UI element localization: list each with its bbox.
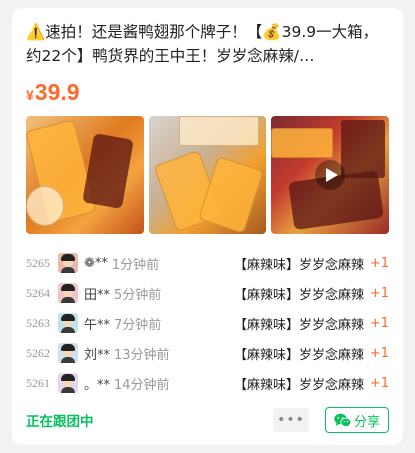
order-product: 【麻辣味】岁岁念麻辣: [234, 347, 365, 363]
product-photo-2[interactable]: [148, 116, 267, 234]
price: ¥ 39.9: [26, 76, 389, 106]
share-label: 分享: [353, 414, 380, 430]
avatar: [58, 313, 78, 333]
order-quantity: +1: [369, 375, 389, 391]
order-product: 【麻辣味】岁岁念麻辣: [234, 287, 365, 303]
order-time: 7分钟前: [114, 317, 162, 333]
wechat-icon: [334, 413, 351, 427]
avatar: [58, 343, 78, 363]
order-list: 5265 ❁** 1分钟前 【麻辣味】岁岁念麻辣 +1 5264 田** 5分钟前 【麻辣味】岁…: [26, 248, 389, 398]
order-number: 5261: [26, 375, 50, 390]
buyer-name: 。**: [84, 377, 111, 393]
order-quantity: +1: [369, 255, 389, 271]
group-status: 正在跟团中: [26, 414, 94, 430]
order-number: 5263: [26, 315, 50, 330]
play-icon[interactable]: [315, 160, 346, 190]
order-number: 5262: [26, 345, 50, 360]
order-time: 13分钟前: [114, 347, 170, 363]
image-gallery: [26, 116, 390, 234]
order-row[interactable]: 5265 ❁** 1分钟前 【麻辣味】岁岁念麻辣 +1: [26, 248, 389, 278]
order-time: 1分钟前: [111, 257, 160, 273]
product-photo-1[interactable]: [26, 116, 144, 234]
post-title[interactable]: ⚠️速拍！还是酱鸭翅那个牌子！【💰39.9一大箱，约22个】鸭货界的王中王！岁岁…: [26, 20, 389, 68]
share-button[interactable]: 分享: [324, 407, 389, 433]
order-quantity: +1: [369, 285, 389, 301]
order-row[interactable]: 5264 田** 5分钟前 【麻辣味】岁岁念麻辣 +1: [26, 278, 389, 308]
product-photo-3[interactable]: [271, 116, 390, 234]
order-product: 【麻辣味】岁岁念麻辣: [234, 317, 365, 333]
buyer-name: 午**: [84, 317, 111, 333]
avatar: [58, 283, 78, 303]
order-time: 5分钟前: [114, 287, 162, 303]
group-buy-card[interactable]: ⚠️速拍！还是酱鸭翅那个牌子！【💰39.9一大箱，约22个】鸭货界的王中王！岁岁…: [12, 8, 403, 445]
order-row[interactable]: 5261 。** 14分钟前 【麻辣味】岁岁念麻辣 +1: [26, 368, 389, 398]
avatar: [58, 373, 78, 393]
order-product: 【麻辣味】岁岁念麻辣: [234, 377, 365, 393]
card-footer: 正在跟团中 ••• 分享: [26, 407, 389, 433]
order-row[interactable]: 5262 刘** 13分钟前 【麻辣味】岁岁念麻辣 +1: [26, 338, 389, 368]
order-number: 5264: [26, 285, 50, 300]
order-time: 14分钟前: [114, 377, 170, 393]
more-icon: •••: [277, 412, 305, 428]
buyer-name: 田**: [84, 287, 111, 303]
order-number: 5265: [26, 255, 50, 270]
order-quantity: +1: [369, 315, 389, 331]
order-product: 【麻辣味】岁岁念麻辣: [234, 257, 365, 273]
order-row[interactable]: 5263 午** 7分钟前 【麻辣味】岁岁念麻辣 +1: [26, 308, 389, 338]
buyer-name: 刘**: [84, 347, 111, 363]
price-currency: ¥: [26, 87, 34, 103]
avatar: [58, 253, 78, 273]
more-button[interactable]: •••: [272, 408, 309, 432]
price-amount: 39.9: [34, 79, 80, 105]
buyer-name: ❁**: [84, 255, 108, 271]
order-quantity: +1: [369, 345, 389, 361]
